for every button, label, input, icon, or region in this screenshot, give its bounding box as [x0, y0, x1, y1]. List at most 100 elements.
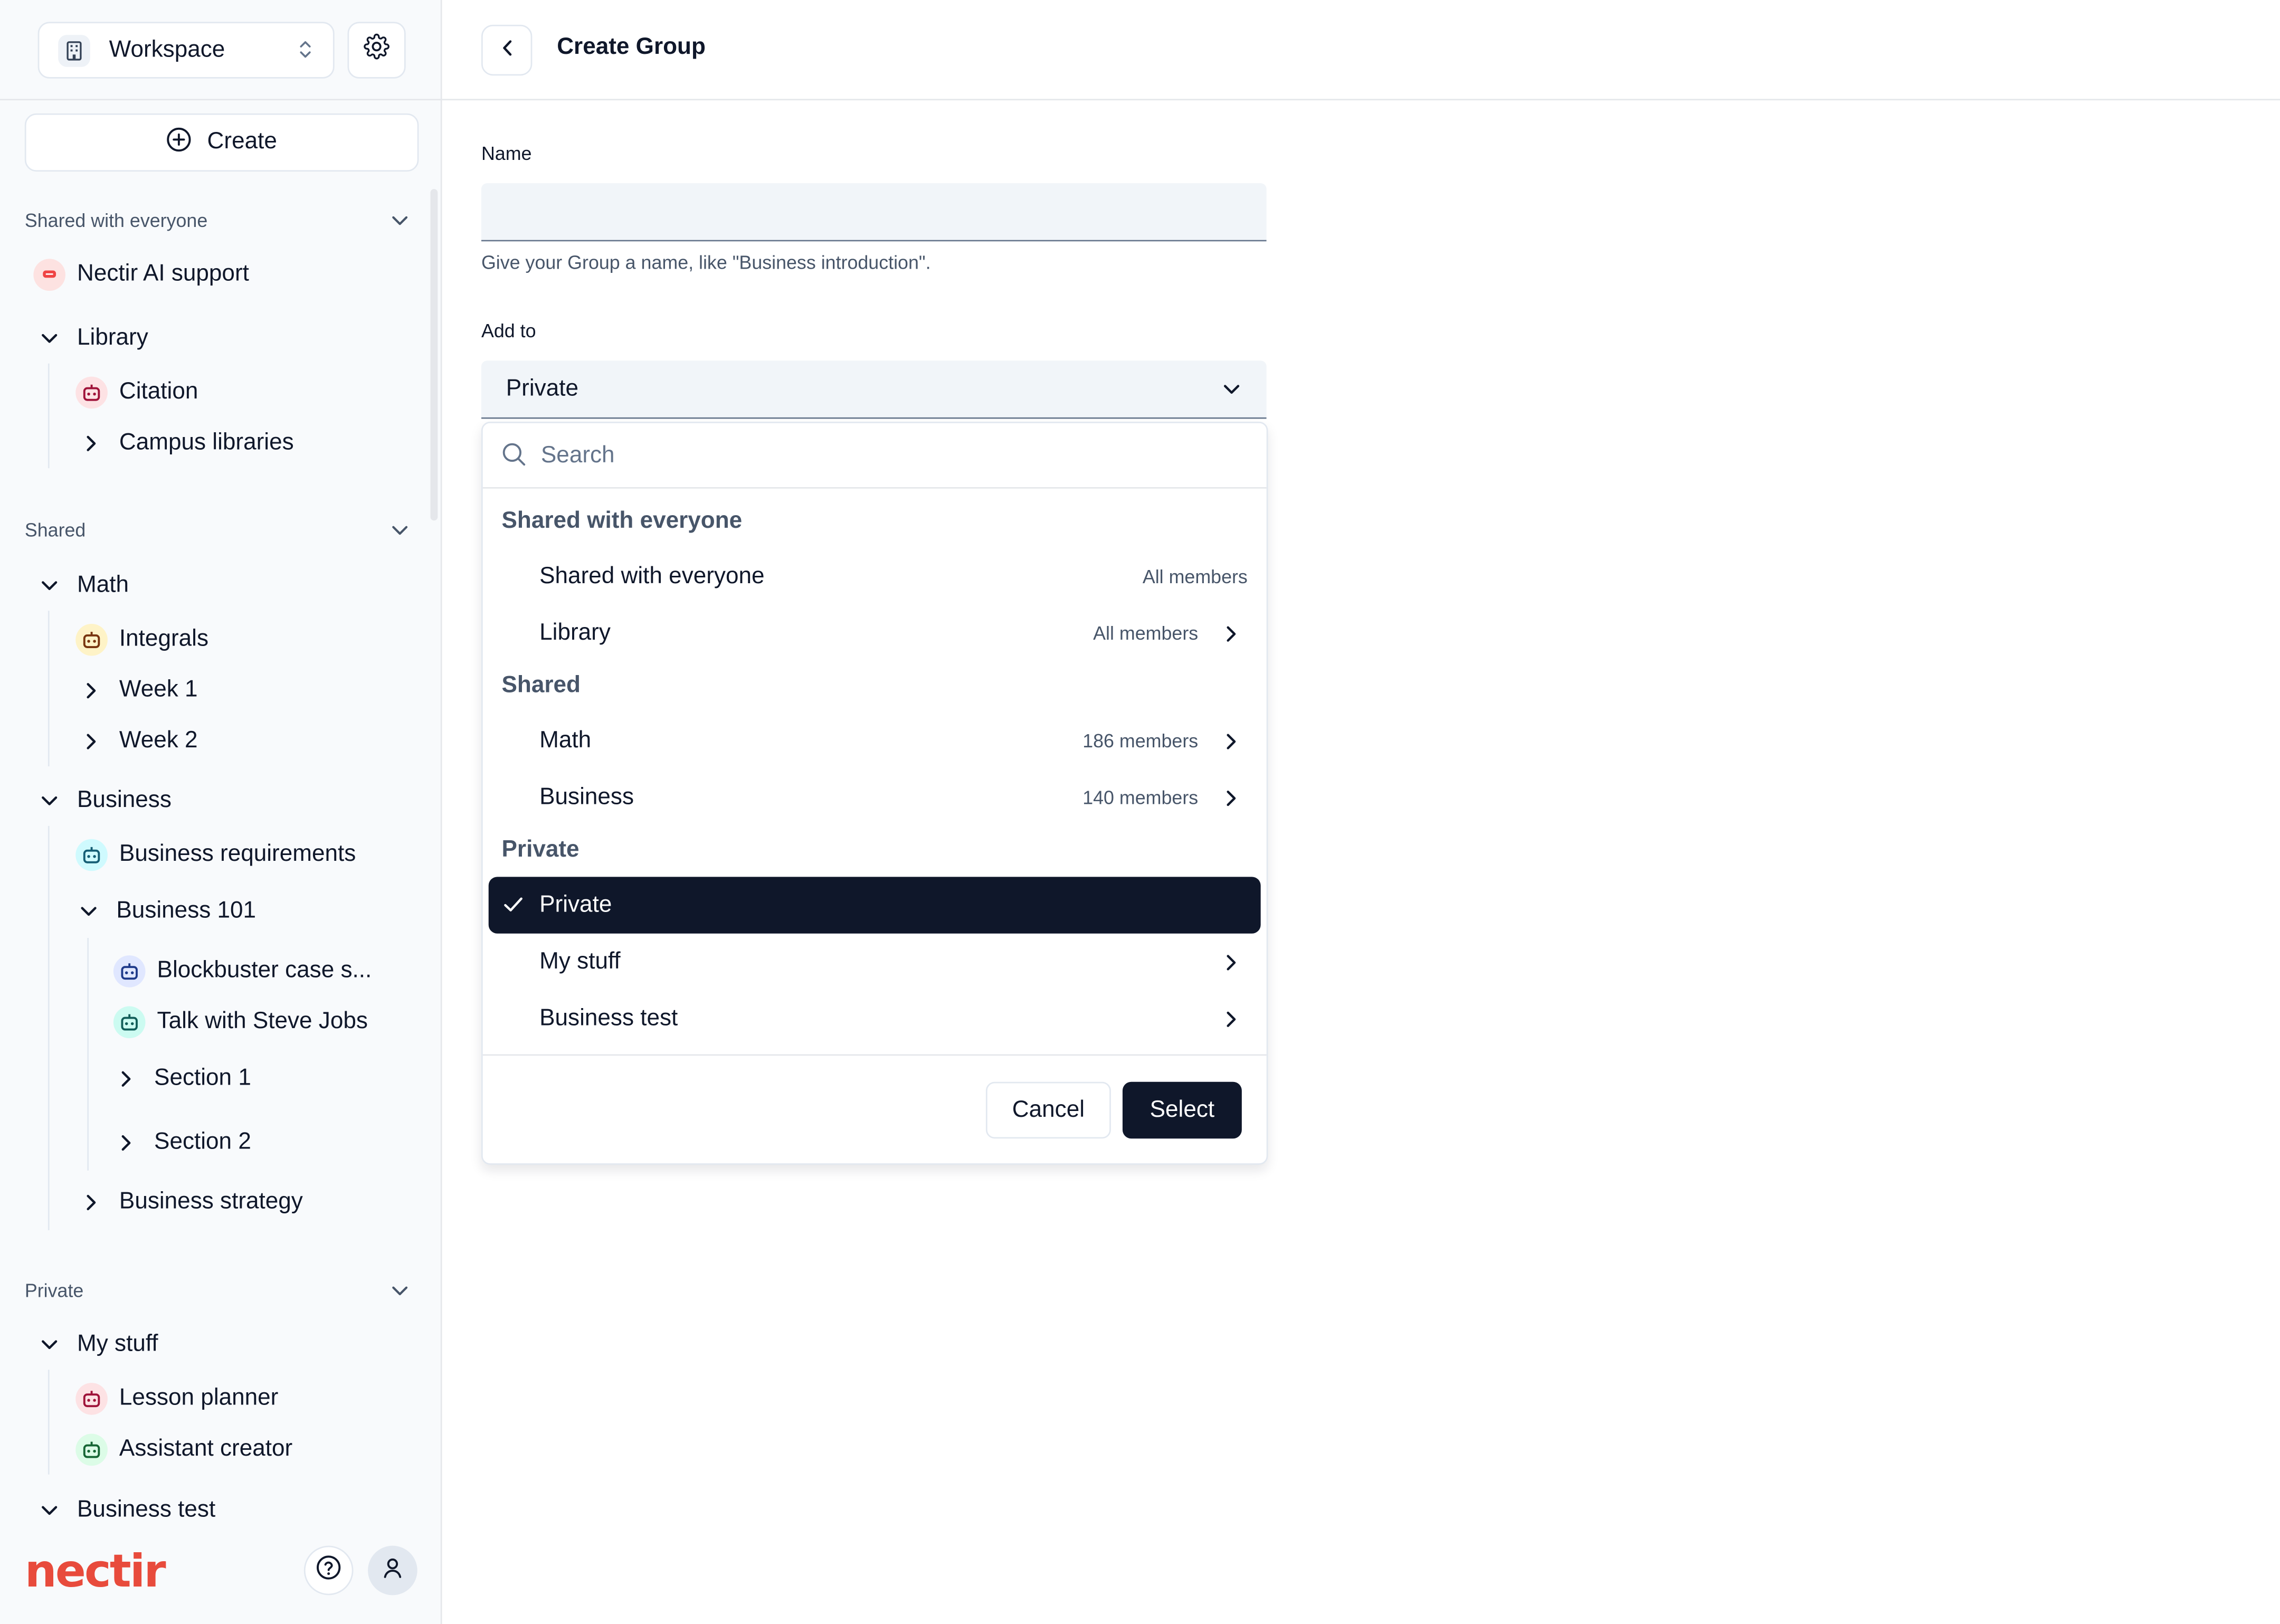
section-shared-with-everyone[interactable]: Shared with everyone	[25, 210, 417, 231]
chevron-left-icon	[501, 37, 512, 63]
sidebar-item-week-2[interactable]: Week 2	[75, 726, 198, 758]
sidebar-scrollbar[interactable]	[430, 189, 438, 521]
sidebar-item-business-strategy[interactable]: Business strategy	[75, 1186, 303, 1219]
add-to-label: Add to	[481, 320, 536, 342]
assistant-bot-icon	[75, 376, 108, 409]
help-button[interactable]	[303, 1545, 354, 1595]
sidebar-item-label: Math	[77, 573, 129, 598]
sidebar-item-assistant-creator[interactable]: Assistant creator	[75, 1433, 293, 1466]
page-title: Create Group	[557, 35, 706, 60]
option-label: My stuff	[539, 948, 621, 974]
settings-button[interactable]	[347, 22, 406, 79]
sidebar-item-lesson-planner[interactable]: Lesson planner	[75, 1383, 278, 1415]
chevron-down-icon	[391, 1279, 408, 1301]
chevron-right-icon	[110, 1063, 142, 1095]
sidebar: Workspace Create Shared with everyone Ne…	[0, 0, 442, 1624]
option-label: Shared with everyone	[539, 563, 765, 588]
sidebar-item-label: Assistant creator	[119, 1437, 293, 1461]
search-icon	[502, 442, 527, 474]
user-icon	[381, 1555, 404, 1586]
option-business[interactable]: Business 140 members	[489, 769, 1261, 825]
sidebar-item-label: My stuff	[77, 1332, 158, 1357]
sidebar-divider	[0, 99, 442, 101]
sidebar-item-blockbuster-case[interactable]: Blockbuster case s...	[113, 955, 372, 987]
sidebar-item-label: Campus libraries	[119, 430, 294, 455]
sidebar-item-label: Citation	[119, 379, 198, 404]
sidebar-item-my-stuff[interactable]: My stuff	[33, 1329, 158, 1361]
back-button[interactable]	[481, 24, 533, 76]
chevron-right-icon[interactable]	[1226, 624, 1238, 650]
sidebar-item-section-2[interactable]: Section 2	[110, 1127, 251, 1159]
assistant-bot-icon	[75, 839, 108, 871]
chevron-down-icon	[73, 896, 105, 928]
chevron-right-icon[interactable]	[1226, 788, 1238, 814]
chevron-down-icon	[33, 1495, 65, 1527]
support-bot-icon	[33, 259, 65, 291]
sidebar-item-label: Nectir AI support	[77, 261, 249, 287]
sidebar-item-business-101[interactable]: Business 101	[73, 896, 256, 928]
section-title: Shared	[24, 519, 86, 541]
option-private-selected[interactable]: Private	[488, 877, 1261, 934]
chevron-right-icon[interactable]	[1226, 1009, 1238, 1036]
sidebar-item-week-1[interactable]: Week 1	[75, 675, 198, 707]
workspace-switcher[interactable]: Workspace	[37, 22, 335, 79]
option-meta: 140 members	[1082, 786, 1199, 809]
sidebar-item-campus-libraries[interactable]: Campus libraries	[75, 428, 294, 460]
chevron-down-icon	[33, 570, 65, 602]
sidebar-item-business[interactable]: Business	[33, 785, 172, 818]
create-button[interactable]: Create	[24, 113, 419, 172]
chevron-down-icon	[33, 1329, 65, 1361]
sidebar-item-talk-with-steve-jobs[interactable]: Talk with Steve Jobs	[113, 1006, 368, 1039]
search-input[interactable]	[538, 438, 1242, 476]
profile-button[interactable]	[368, 1545, 417, 1595]
sidebar-item-citation[interactable]: Citation	[75, 376, 198, 409]
sidebar-item-label: Business requirements	[119, 842, 356, 867]
chevron-right-icon[interactable]	[1226, 953, 1238, 979]
cancel-button[interactable]: Cancel	[985, 1081, 1111, 1139]
sidebar-item-label: Lesson planner	[119, 1385, 279, 1411]
chevron-right-icon	[110, 1127, 142, 1159]
option-label: Business test	[539, 1005, 678, 1030]
sidebar-item-math[interactable]: Math	[33, 570, 129, 602]
sidebar-item-section-1[interactable]: Section 1	[110, 1063, 251, 1095]
sidebar-item-business-requirements[interactable]: Business requirements	[75, 839, 356, 871]
sidebar-item-label: Library	[77, 326, 148, 350]
sidebar-item-label: Blockbuster case s...	[157, 958, 372, 983]
sidebar-item-label: Business 101	[116, 898, 256, 924]
group-title: Shared with everyone	[501, 509, 743, 534]
sidebar-item-label: Section 1	[154, 1066, 251, 1091]
tree-line	[87, 938, 89, 1171]
sidebar-item-label: Week 2	[119, 728, 198, 754]
sidebar-item-library[interactable]: Library	[33, 323, 148, 355]
sidebar-item-business-test[interactable]: Business test	[33, 1495, 215, 1527]
section-title: Shared with everyone	[24, 209, 208, 232]
name-label: Name	[481, 142, 532, 165]
add-to-select[interactable]: Private	[481, 360, 1267, 419]
sidebar-item-integrals[interactable]: Integrals	[75, 623, 209, 656]
help-icon	[316, 1554, 342, 1587]
sidebar-item-label: Integrals	[119, 626, 209, 652]
assistant-bot-icon	[113, 1006, 146, 1039]
check-icon	[503, 894, 524, 920]
chevron-right-icon	[75, 675, 108, 707]
tree-line	[48, 363, 50, 469]
dropdown-footer-divider	[482, 1054, 1267, 1056]
group-title: Shared	[501, 673, 581, 698]
assistant-bot-icon	[75, 1383, 108, 1415]
name-helper-text: Give your Group a name, like "Business i…	[481, 251, 931, 273]
assistant-bot-icon	[75, 1433, 108, 1466]
name-input[interactable]	[481, 183, 1267, 242]
select-button[interactable]: Select	[1122, 1081, 1242, 1139]
chevron-up-down-icon	[298, 39, 313, 67]
section-shared[interactable]: Shared	[25, 519, 417, 541]
option-library[interactable]: Library All members	[489, 605, 1261, 661]
chevron-right-icon	[75, 428, 108, 460]
sidebar-item-nectir-ai-support[interactable]: Nectir AI support	[33, 259, 249, 291]
chevron-right-icon[interactable]	[1226, 732, 1238, 758]
option-my-stuff[interactable]: My stuff	[489, 934, 1261, 990]
option-math[interactable]: Math 186 members	[489, 713, 1261, 769]
option-business-test[interactable]: Business test	[489, 990, 1261, 1047]
section-private[interactable]: Private	[25, 1279, 417, 1302]
chevron-down-icon	[33, 323, 65, 355]
option-shared-with-everyone[interactable]: Shared with everyone All members	[489, 548, 1261, 605]
